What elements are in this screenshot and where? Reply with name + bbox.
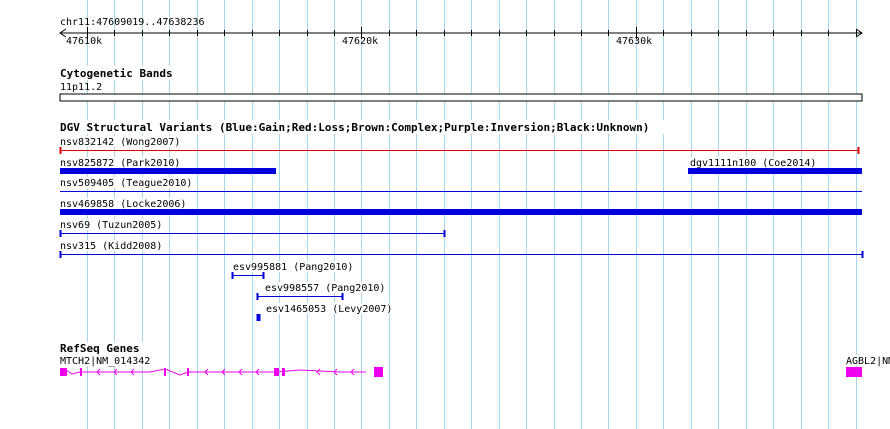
genome-browser-view: chr11:47609019..47638236 47610k 47620k 4… [0,0,890,429]
feature-label[interactable]: nsv832142 (Wong2007) [60,137,180,148]
ruler-track: chr11:47609019..47638236 47610k 47620k 4… [59,17,863,47]
dgv-features: nsv832142 (Wong2007) nsv825872 (Park2010)… [59,136,864,321]
gene-exon[interactable] [846,367,862,377]
ruler-tick-label-47610k: 47610k [66,36,102,47]
gene-exon[interactable] [282,368,285,376]
dgv-track-title: DGV Structural Variants (Blue:Gain;Red:L… [60,121,649,134]
cytoband-ideogram[interactable] [59,93,863,102]
ruler-position-label: chr11:47609019..47638236 [60,17,205,28]
dgv-feature[interactable]: nsv832142 (Wong2007) [59,136,860,154]
dgv-feature[interactable]: nsv509405 (Teague2010) [59,177,862,192]
gene-label-mtch2[interactable]: MTCH2|NM_014342 [60,356,150,367]
dgv-feature[interactable]: nsv825872 (Park2010) [59,157,276,174]
track-canvas: chr11:47609019..47638236 47610k 47620k 4… [58,0,890,429]
dgv-feature[interactable]: dgv1111n100 (Coe2014) [688,157,862,174]
feature-label[interactable]: dgv1111n100 (Coe2014) [690,158,816,169]
cytoband-track: Cytogenetic Bands 11p11.2 [58,66,863,102]
dgv-feature[interactable]: nsv469858 (Locke2006) [59,198,862,215]
gene-exon[interactable] [164,368,166,376]
gene-model-agbl2[interactable] [846,367,862,377]
strand-arrow-icon [316,368,321,376]
gene-exon[interactable] [60,368,67,376]
feature-bar[interactable] [60,168,276,174]
feature-bar[interactable] [688,168,862,174]
dgv-feature[interactable]: nsv69 (Tuzun2005) [59,219,446,237]
ruler-tick-label-47620k: 47620k [342,36,378,47]
feature-label[interactable]: nsv315 (Kidd2008) [60,241,162,252]
gene-labels: MTCH2|NM_014342 AGBL2|NM [58,355,890,367]
feature-label[interactable]: esv998557 (Pang2010) [265,283,385,294]
dgv-feature[interactable]: nsv315 (Kidd2008) [59,240,864,258]
ruler-tick-label-47630k: 47630k [616,36,652,47]
gene-exon[interactable] [80,368,82,376]
dgv-feature[interactable]: esv998557 (Pang2010) [256,282,387,300]
refseq-track-title: RefSeq Genes [60,342,139,355]
feature-label[interactable]: nsv825872 (Park2010) [60,158,180,169]
feature-label[interactable]: nsv469858 (Locke2006) [60,199,186,210]
feature-bar[interactable] [60,209,862,215]
gene-exon[interactable] [187,368,189,376]
gene-exon[interactable] [274,368,279,376]
dgv-track: DGV Structural Variants (Blue:Gain;Red:L… [58,120,864,321]
gene-label-agbl2[interactable]: AGBL2|NM [846,356,890,367]
refseq-track: RefSeq Genes MTCH2|NM_014342 AGBL2|NM [58,342,890,377]
cytoband-track-title: Cytogenetic Bands [60,67,173,80]
dgv-feature[interactable]: esv995881 (Pang2010) [231,261,355,279]
feature-label[interactable]: nsv69 (Tuzun2005) [60,220,162,231]
feature-label[interactable]: nsv509405 (Teague2010) [60,178,192,189]
gene-exon[interactable] [374,367,383,377]
dgv-feature[interactable]: esv1465053 (Levy2007) [256,303,394,321]
cytoband-label: 11p11.2 [60,82,102,93]
gene-models [59,367,862,377]
feature-label[interactable]: esv1465053 (Levy2007) [266,304,392,315]
gene-intron [59,368,366,376]
feature-label[interactable]: esv995881 (Pang2010) [233,262,353,273]
